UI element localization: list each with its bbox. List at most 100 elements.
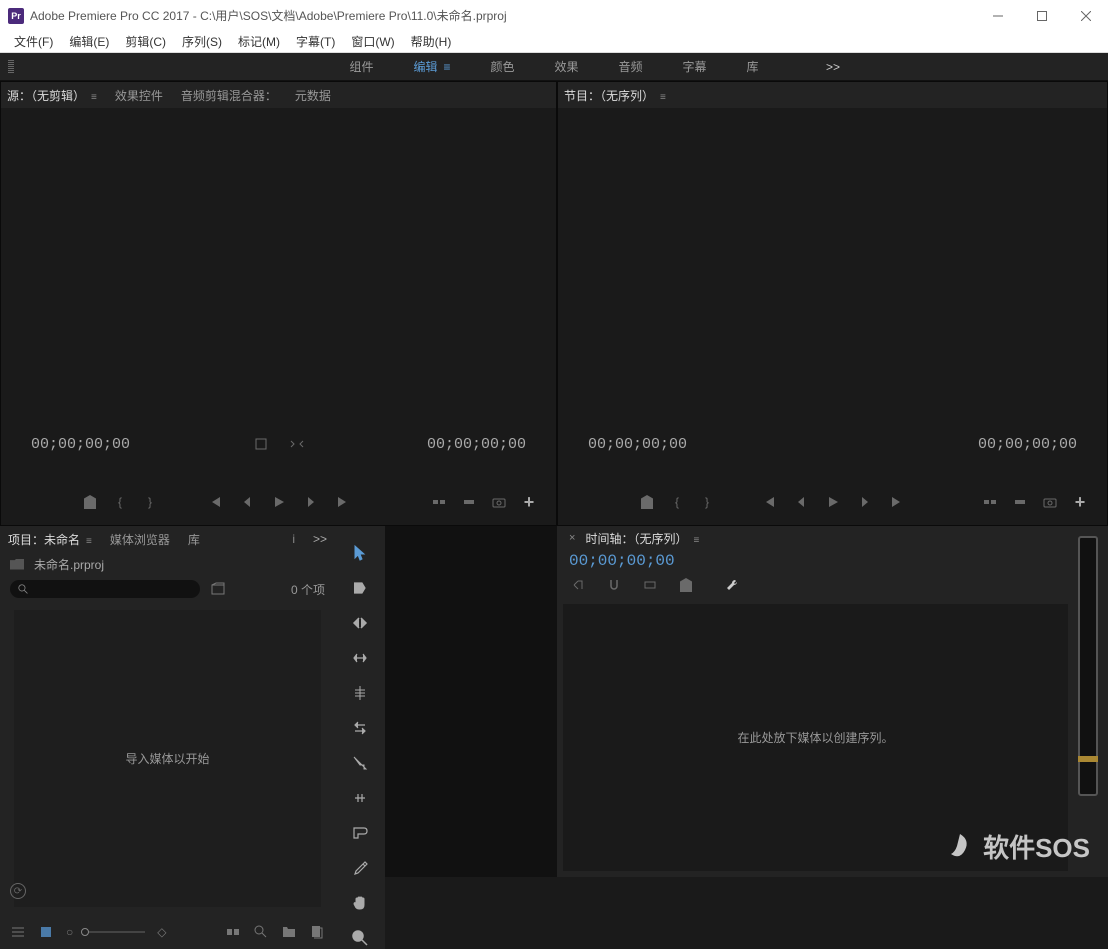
drag-handle-icon[interactable] [8, 60, 14, 74]
nest-sequence-icon[interactable] [569, 576, 587, 594]
program-tab[interactable]: 节目：（无序列）≡ [564, 87, 666, 104]
export-frame-icon[interactable] [1041, 493, 1059, 511]
workspace-color[interactable]: 颜色 [490, 58, 514, 75]
ripple-edit-tool-icon[interactable] [349, 612, 371, 634]
type-tool-icon[interactable] [349, 857, 371, 879]
panel-menu-icon[interactable]: ≡ [660, 92, 666, 103]
add-marker-icon[interactable] [638, 493, 656, 511]
add-marker-icon[interactable] [81, 493, 99, 511]
go-to-out-icon[interactable] [334, 493, 352, 511]
button-editor-icon[interactable]: + [1071, 493, 1089, 511]
media-browser-tab[interactable]: 媒体浏览器 [110, 531, 170, 548]
project-search-input[interactable] [10, 580, 200, 598]
hamburger-icon[interactable]: ≡ [443, 60, 450, 74]
program-in-timecode[interactable]: 00;00;00;00 [588, 436, 687, 453]
button-editor-icon[interactable]: + [520, 493, 538, 511]
libraries-tab[interactable]: 库 [188, 531, 200, 548]
pen-tool-icon[interactable] [349, 787, 371, 809]
mark-out-icon[interactable]: } [141, 493, 159, 511]
list-view-icon[interactable] [10, 924, 26, 940]
mark-in-icon[interactable]: { [668, 493, 686, 511]
fit-icon[interactable] [252, 435, 270, 453]
overwrite-icon[interactable] [460, 493, 478, 511]
panel-menu-icon[interactable]: ≡ [693, 535, 699, 546]
rate-stretch-tool-icon[interactable] [349, 647, 371, 669]
window-maximize-button[interactable] [1020, 0, 1064, 31]
filter-bin-icon[interactable] [210, 581, 226, 597]
snap-icon[interactable] [605, 576, 623, 594]
selection-tool-icon[interactable] [349, 542, 371, 564]
zoom-slider[interactable] [85, 931, 145, 933]
workspace-editing[interactable]: 编辑≡ [413, 58, 450, 75]
hand-tool-icon[interactable] [349, 892, 371, 914]
info-icon[interactable]: i [292, 532, 295, 546]
effect-controls-tab[interactable]: 效果控件 [115, 87, 163, 104]
go-to-in-icon[interactable] [760, 493, 778, 511]
auto-sequence-icon[interactable] [225, 924, 241, 940]
workspace-overflow-button[interactable]: >> [818, 60, 848, 74]
play-icon[interactable] [270, 493, 288, 511]
project-footer: ○ ◇ [0, 915, 335, 949]
metadata-tab[interactable]: 元数据 [295, 87, 331, 104]
settings-wrench-icon[interactable] [723, 576, 741, 594]
program-out-timecode[interactable]: 00;00;00;00 [978, 436, 1077, 453]
rectangle-tool-icon[interactable] [349, 822, 371, 844]
audio-clip-mixer-tab[interactable]: 音频剪辑混合器： [181, 87, 277, 104]
menu-title[interactable]: 字幕(T) [288, 33, 343, 50]
new-item-icon[interactable] [309, 924, 325, 940]
menu-file[interactable]: 文件(F) [6, 33, 61, 50]
timeline-timecode[interactable]: 00;00;00;00 [557, 550, 1068, 572]
menu-clip[interactable]: 剪辑(C) [117, 33, 174, 50]
source-out-timecode[interactable]: 00;00;00;00 [427, 436, 526, 453]
menu-edit[interactable]: 编辑(E) [61, 33, 117, 50]
play-icon[interactable] [824, 493, 842, 511]
window-minimize-button[interactable] [976, 0, 1020, 31]
panel-menu-icon[interactable]: ≡ [86, 536, 92, 547]
zoom-tool-icon[interactable] [349, 927, 371, 949]
slip-tool-icon[interactable] [349, 717, 371, 739]
menu-sequence[interactable]: 序列(S) [174, 33, 230, 50]
slide-tool-icon[interactable] [349, 752, 371, 774]
workspace-assembly[interactable]: 组件 [349, 58, 373, 75]
titlebar: Pr Adobe Premiere Pro CC 2017 - C:\用户\SO… [0, 0, 1108, 31]
go-to-out-icon[interactable] [888, 493, 906, 511]
watermark-text: 软件SOS [983, 828, 1090, 865]
workspace-titles[interactable]: 字幕 [683, 58, 707, 75]
export-frame-icon[interactable] [490, 493, 508, 511]
find-icon[interactable] [253, 924, 269, 940]
audio-meter[interactable] [1078, 536, 1098, 796]
mark-out-icon[interactable]: } [698, 493, 716, 511]
project-drop-area[interactable]: 导入媒体以开始 [14, 610, 321, 907]
mark-in-icon[interactable]: { [111, 493, 129, 511]
source-in-timecode[interactable]: 00;00;00;00 [31, 436, 130, 453]
window-close-button[interactable] [1064, 0, 1108, 31]
add-marker-icon[interactable] [677, 576, 695, 594]
timeline-tab[interactable]: 时间轴：（无序列）≡ [585, 530, 699, 547]
track-select-tool-icon[interactable] [349, 577, 371, 599]
insert-icon[interactable] [430, 493, 448, 511]
panel-menu-icon[interactable]: ≡ [91, 92, 97, 103]
step-back-icon[interactable] [792, 493, 810, 511]
workspace-effects[interactable]: 效果 [555, 58, 579, 75]
menu-marker[interactable]: 标记(M) [230, 33, 288, 50]
lift-icon[interactable] [981, 493, 999, 511]
creative-cloud-icon[interactable]: ⟳ [10, 883, 26, 899]
step-back-icon[interactable] [238, 493, 256, 511]
extract-icon[interactable] [1011, 493, 1029, 511]
project-tab[interactable]: 项目：未命名≡ [8, 531, 92, 548]
close-tab-icon[interactable]: × [569, 532, 575, 544]
step-forward-icon[interactable] [856, 493, 874, 511]
menu-window[interactable]: 窗口(W) [343, 33, 402, 50]
razor-tool-icon[interactable] [349, 682, 371, 704]
source-tab[interactable]: 源：（无剪辑）≡ [7, 87, 97, 104]
linked-selection-icon[interactable] [641, 576, 659, 594]
go-to-in-icon[interactable] [206, 493, 224, 511]
workspace-audio[interactable]: 音频 [619, 58, 643, 75]
step-forward-icon[interactable] [302, 493, 320, 511]
panel-overflow-button[interactable]: >> [313, 532, 327, 546]
menu-help[interactable]: 帮助(H) [403, 33, 460, 50]
icon-view-icon[interactable] [38, 924, 54, 940]
workspace-libraries[interactable]: 库 [747, 58, 759, 75]
resolution-icon[interactable] [288, 435, 306, 453]
new-bin-icon[interactable] [281, 924, 297, 940]
